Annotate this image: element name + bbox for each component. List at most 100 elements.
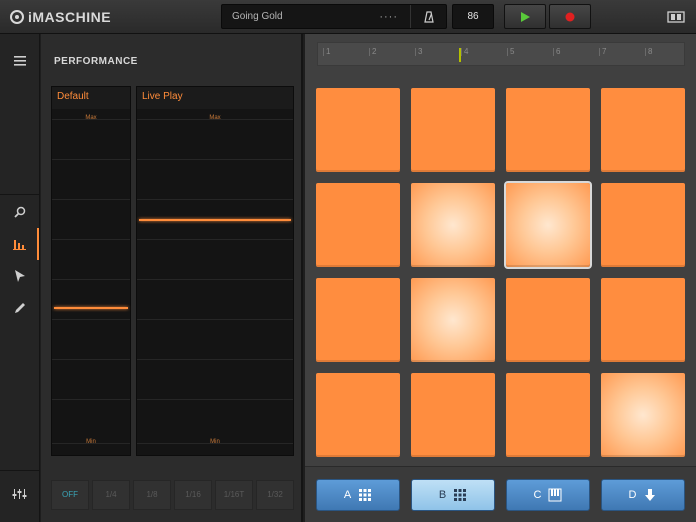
quantize-1-8[interactable]: 1/8 [133, 480, 171, 510]
timeline-tick: 6 [552, 47, 561, 56]
strip-min-label: Min [86, 439, 96, 445]
select-button[interactable] [0, 261, 40, 291]
metronome-icon [423, 10, 434, 23]
edit-button[interactable] [0, 293, 40, 323]
strip-grid-line [52, 399, 130, 400]
strip-grid-line [52, 443, 130, 444]
performance-panel: PERFORMANCE Default Max Min Live Play Ma… [41, 34, 303, 522]
tempo-display[interactable]: 86 [452, 4, 494, 29]
app-logo: iMASCHINE [10, 8, 111, 26]
drum-pad-10[interactable] [411, 278, 495, 362]
quantize-1-16[interactable]: 1/16 [174, 480, 212, 510]
timeline-tick: 4 [460, 47, 469, 56]
pencil-icon [15, 303, 25, 313]
view-toggle-button[interactable] [664, 4, 688, 29]
group-button-c[interactable]: C [506, 479, 590, 511]
quantize-1-16t[interactable]: 1/16T [215, 480, 253, 510]
quantize-1-4[interactable]: 1/4 [92, 480, 130, 510]
strip-label: Default [52, 87, 130, 109]
nav-active-indicator [37, 228, 39, 260]
browser-button[interactable] [0, 197, 40, 227]
drum-pad-11[interactable] [506, 278, 590, 362]
strip-grid-line [137, 159, 293, 160]
drum-pad-3[interactable] [506, 88, 590, 172]
quantize-off[interactable]: OFF [51, 480, 89, 510]
keys-icon [548, 488, 562, 502]
group-button-d[interactable]: D [601, 479, 685, 511]
pattern-timeline[interactable]: 1 2 3 4 5 6 7 8 [317, 42, 685, 66]
group-label: C [533, 489, 542, 501]
group-bar: A B C D [305, 466, 696, 522]
group-label: D [628, 489, 637, 501]
strip-grid-line [137, 359, 293, 360]
record-icon [565, 12, 575, 21]
menu-button[interactable] [0, 46, 40, 76]
group-button-b[interactable]: B [411, 479, 495, 511]
search-icon [14, 206, 26, 218]
strip-grid-line [52, 199, 130, 200]
performance-strip-default[interactable]: Default Max Min [51, 86, 131, 456]
menu-icon [14, 56, 26, 66]
performance-strip-live-play[interactable]: Live Play Max Min [136, 86, 294, 456]
drum-pad-7[interactable] [504, 181, 592, 269]
mixer-icon [12, 489, 27, 499]
song-selector[interactable]: Going Gold ···· [221, 4, 447, 29]
strip-level-indicator[interactable] [139, 219, 291, 221]
strip-label: Live Play [137, 87, 293, 109]
metronome-button[interactable] [410, 5, 446, 28]
strip-grid-line [137, 239, 293, 240]
playhead [459, 48, 461, 62]
drum-pad-9[interactable] [316, 278, 400, 362]
mixer-button[interactable] [0, 479, 40, 509]
strip-grid-line [52, 319, 130, 320]
drum-pad-13[interactable] [316, 373, 400, 457]
strip-grid-line [137, 279, 293, 280]
timeline-tick: 2 [368, 47, 377, 56]
drum-pad-14[interactable] [411, 373, 495, 457]
select-icon [15, 270, 25, 282]
logo-icon [10, 10, 24, 24]
strip-grid-line [52, 119, 130, 120]
performance-button[interactable] [0, 229, 40, 259]
play-icon [521, 11, 530, 22]
strip-grid-line [52, 239, 130, 240]
drum-pad-1[interactable] [316, 88, 400, 172]
drum-pad-4[interactable] [601, 88, 685, 172]
left-navigation [0, 34, 40, 522]
app-window: iMASCHINE Going Gold ···· 86 PERFORMANCE… [0, 0, 696, 522]
song-name: Going Gold [232, 11, 283, 22]
more-button[interactable]: ···· [379, 5, 398, 29]
quantize-1-32[interactable]: 1/32 [256, 480, 294, 510]
pad-area: 1 2 3 4 5 6 7 8 A B C D [305, 34, 696, 522]
timeline-tick: 5 [506, 47, 515, 56]
timeline-tick: 7 [598, 47, 607, 56]
strip-max-label: Max [209, 115, 221, 121]
play-button[interactable] [504, 4, 546, 29]
nav-divider [0, 194, 40, 195]
arrow-down-icon [645, 489, 656, 501]
panel-title: PERFORMANCE [54, 56, 138, 67]
grid-icon [359, 489, 372, 501]
drum-pad-16[interactable] [601, 373, 685, 457]
drum-pad-12[interactable] [601, 278, 685, 362]
strip-grid-line [52, 159, 130, 160]
group-button-a[interactable]: A [316, 479, 400, 511]
record-button[interactable] [549, 4, 591, 29]
strip-grid-line [52, 279, 130, 280]
strip-grid-line [137, 319, 293, 320]
panel-toggle-icon [667, 10, 685, 23]
performance-icon [13, 240, 26, 250]
strip-level-indicator[interactable] [54, 307, 128, 309]
drum-pad-2[interactable] [411, 88, 495, 172]
drum-pad-6[interactable] [411, 183, 495, 267]
strip-grid-line [137, 119, 293, 120]
strip-min-label: Min [210, 439, 220, 445]
timeline-tick: 3 [414, 47, 423, 56]
drum-pad-5[interactable] [316, 183, 400, 267]
group-label: A [343, 489, 352, 501]
grid-icon [454, 489, 467, 501]
drum-pad-15[interactable] [506, 373, 590, 457]
group-label: B [438, 489, 447, 501]
drum-pad-8[interactable] [601, 183, 685, 267]
strip-grid-line [137, 443, 293, 444]
